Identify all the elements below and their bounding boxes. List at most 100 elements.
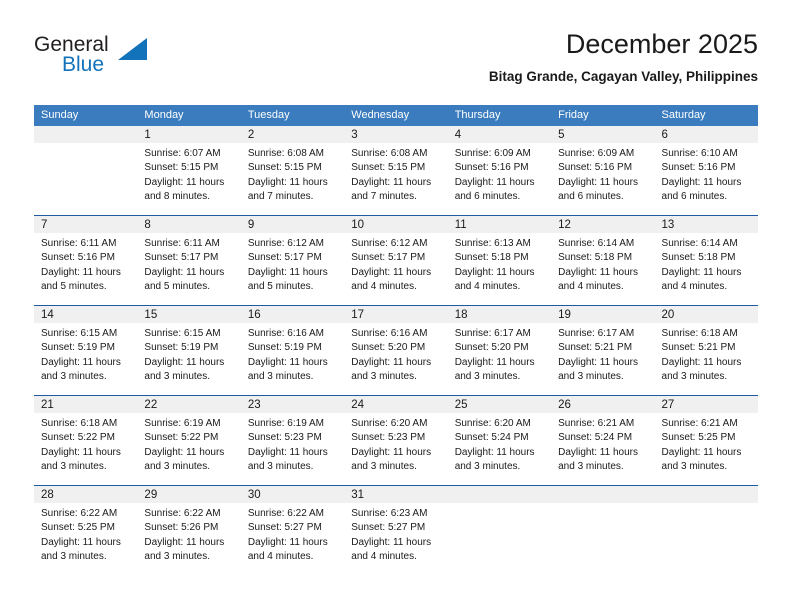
day-details: Sunrise: 6:15 AM Sunset: 5:19 PM Daylight:… — [34, 323, 137, 384]
day-details: Sunrise: 6:19 AM Sunset: 5:22 PM Daylight:… — [137, 413, 240, 474]
sunset-text: Sunset: 5:16 PM — [558, 162, 633, 174]
sunrise-text: Sunrise: 6:17 AM — [558, 328, 635, 339]
calendar-day-cell[interactable]: 28 Sunrise: 6:22 AM Sunset: 5:25 PM Dayligh… — [34, 485, 138, 575]
daylight-text-line2: and 4 minutes. — [454, 280, 521, 292]
day-number: 8 — [137, 216, 241, 233]
calendar-day-cell[interactable]: 15 Sunrise: 6:15 AM Sunset: 5:19 PM Dayligh… — [137, 305, 241, 396]
calendar-week-row: 21 Sunrise: 6:18 AM Sunset: 5:22 PM Dayligh… — [34, 395, 758, 486]
weekday-header-row: Sunday Monday Tuesday Wednesday Thursday… — [34, 105, 758, 126]
calendar-day-cell[interactable]: 21 Sunrise: 6:18 AM Sunset: 5:22 PM Dayligh… — [34, 395, 138, 486]
calendar-day-cell[interactable]: 5 Sunrise: 6:09 AM Sunset: 5:16 PM Daylight… — [551, 126, 655, 216]
daylight-text-line1: Daylight: 11 hours — [144, 536, 225, 548]
daylight-text-line1: Daylight: 11 hours — [41, 266, 121, 278]
sunrise-text: Sunrise: 6:14 AM — [558, 238, 635, 249]
calendar-day-cell[interactable]: 24 Sunrise: 6:20 AM Sunset: 5:23 PM Dayligh… — [344, 395, 448, 486]
calendar-day-cell[interactable]: 17 Sunrise: 6:16 AM Sunset: 5:20 PM Dayligh… — [344, 305, 448, 396]
title-block: December 2025 Bitag Grande, Cagayan Vall… — [489, 28, 758, 85]
sunrise-text: Sunrise: 6:21 AM — [558, 418, 635, 429]
day-number: 17 — [344, 306, 448, 323]
daylight-text-line2: and 3 minutes. — [351, 370, 417, 382]
calendar-day-cell[interactable]: 31 Sunrise: 6:23 AM Sunset: 5:27 PM Dayligh… — [344, 485, 448, 575]
sunset-text: Sunset: 5:21 PM — [661, 342, 736, 354]
calendar-day-cell[interactable]: 9 Sunrise: 6:12 AM Sunset: 5:17 PM Daylight… — [240, 215, 345, 306]
day-number — [551, 486, 655, 503]
calendar-day-cell[interactable]: 10 Sunrise: 6:12 AM Sunset: 5:17 PM Dayligh… — [344, 215, 448, 306]
daylight-text-line1: Daylight: 11 hours — [41, 536, 121, 548]
daylight-text-line2: and 3 minutes. — [247, 460, 314, 472]
calendar-day-cell[interactable]: 27 Sunrise: 6:21 AM Sunset: 5:25 PM Dayligh… — [654, 395, 758, 486]
day-details: Sunrise: 6:17 AM Sunset: 5:20 PM Daylight:… — [448, 323, 551, 384]
sunrise-sunset-calendar: Sunday Monday Tuesday Wednesday Thursday… — [34, 105, 758, 575]
daylight-text-line1: Daylight: 11 hours — [454, 356, 535, 368]
calendar-day-cell[interactable]: 18 Sunrise: 6:17 AM Sunset: 5:20 PM Dayligh… — [447, 305, 552, 396]
calendar-day-cell[interactable]: 29 Sunrise: 6:22 AM Sunset: 5:26 PM Dayligh… — [137, 485, 241, 575]
day-details: Sunrise: 6:20 AM Sunset: 5:24 PM Daylight:… — [448, 413, 551, 474]
calendar-day-cell[interactable]: 8 Sunrise: 6:11 AM Sunset: 5:17 PM Daylight… — [137, 215, 241, 306]
calendar-day-cell[interactable]: 30 Sunrise: 6:22 AM Sunset: 5:27 PM Dayligh… — [240, 485, 345, 575]
daylight-text-line1: Daylight: 11 hours — [144, 446, 225, 458]
sunrise-text: Sunrise: 6:21 AM — [661, 418, 738, 429]
calendar-week-row: 14 Sunrise: 6:15 AM Sunset: 5:19 PM Dayligh… — [34, 305, 758, 396]
daylight-text-line1: Daylight: 11 hours — [144, 266, 225, 278]
calendar-day-cell[interactable]: 20 Sunrise: 6:18 AM Sunset: 5:21 PM Dayligh… — [654, 305, 758, 396]
calendar-day-cell[interactable]: 6 Sunrise: 6:10 AM Sunset: 5:16 PM Daylight… — [654, 126, 758, 216]
calendar-day-cell[interactable]: 19 Sunrise: 6:17 AM Sunset: 5:21 PM Dayligh… — [551, 305, 655, 396]
calendar-day-cell[interactable]: 12 Sunrise: 6:14 AM Sunset: 5:18 PM Dayligh… — [551, 215, 655, 306]
calendar-day-cell[interactable]: 7 Sunrise: 6:11 AM Sunset: 5:16 PM Daylight… — [34, 215, 138, 306]
calendar-day-cell[interactable]: 16 Sunrise: 6:16 AM Sunset: 5:19 PM Dayligh… — [240, 305, 345, 396]
daylight-text-line2: and 8 minutes. — [144, 190, 211, 202]
daylight-text-line2: and 3 minutes. — [41, 550, 107, 562]
sunrise-text: Sunrise: 6:08 AM — [247, 148, 324, 159]
calendar-day-cell[interactable]: 13 Sunrise: 6:14 AM Sunset: 5:18 PM Dayligh… — [654, 215, 758, 306]
day-number: 5 — [551, 126, 655, 143]
calendar-day-cell[interactable]: 1 Sunrise: 6:07 AM Sunset: 5:15 PM Daylight… — [137, 126, 241, 216]
calendar-day-cell[interactable]: 4 Sunrise: 6:09 AM Sunset: 5:16 PM Daylight… — [447, 126, 552, 216]
sunrise-text: Sunrise: 6:20 AM — [454, 418, 531, 429]
calendar-day-cell[interactable]: 3 Sunrise: 6:08 AM Sunset: 5:15 PM Daylight… — [344, 126, 448, 216]
calendar-day-cell[interactable]: 25 Sunrise: 6:20 AM Sunset: 5:24 PM Dayligh… — [447, 395, 552, 486]
day-details: Sunrise: 6:10 AM Sunset: 5:16 PM Daylight:… — [655, 143, 758, 204]
daylight-text-line2: and 6 minutes. — [558, 190, 624, 202]
weekday-header-tuesday: Tuesday — [240, 105, 345, 126]
sunset-text: Sunset: 5:22 PM — [144, 432, 219, 444]
calendar-day-cell[interactable]: 11 Sunrise: 6:13 AM Sunset: 5:18 PM Dayligh… — [447, 215, 552, 306]
day-number: 23 — [240, 396, 345, 413]
day-details: Sunrise: 6:22 AM Sunset: 5:27 PM Daylight:… — [241, 503, 344, 564]
day-details: Sunrise: 6:23 AM Sunset: 5:27 PM Daylight:… — [344, 503, 447, 564]
calendar-day-cell[interactable]: 14 Sunrise: 6:15 AM Sunset: 5:19 PM Dayligh… — [34, 305, 138, 396]
sunset-text: Sunset: 5:21 PM — [558, 342, 633, 354]
day-number: 30 — [240, 486, 345, 503]
sunset-text: Sunset: 5:25 PM — [41, 522, 115, 534]
page-subtitle: Bitag Grande, Cagayan Valley, Philippine… — [488, 69, 758, 84]
day-number: 18 — [447, 306, 552, 323]
day-number: 6 — [654, 126, 758, 143]
sunrise-text: Sunrise: 6:17 AM — [454, 328, 531, 339]
sunset-text: Sunset: 5:26 PM — [144, 522, 219, 534]
daylight-text-line1: Daylight: 11 hours — [247, 536, 328, 548]
daylight-text-line2: and 3 minutes. — [454, 370, 521, 382]
calendar-day-cell[interactable]: 2 Sunrise: 6:08 AM Sunset: 5:15 PM Daylight… — [240, 126, 345, 216]
daylight-text-line2: and 3 minutes. — [661, 370, 728, 382]
sunset-text: Sunset: 5:17 PM — [351, 252, 426, 264]
daylight-text-line2: and 3 minutes. — [144, 460, 211, 472]
calendar-day-cell[interactable]: 26 Sunrise: 6:21 AM Sunset: 5:24 PM Dayligh… — [551, 395, 655, 486]
day-number: 16 — [240, 306, 345, 323]
calendar-day-cell[interactable]: 22 Sunrise: 6:19 AM Sunset: 5:22 PM Dayligh… — [137, 395, 241, 486]
sunrise-text: Sunrise: 6:18 AM — [41, 418, 118, 429]
sunset-text: Sunset: 5:18 PM — [661, 252, 736, 264]
sunrise-text: Sunrise: 6:19 AM — [144, 418, 221, 429]
sunrise-text: Sunrise: 6:10 AM — [661, 148, 738, 159]
day-number: 26 — [551, 396, 655, 413]
calendar-day-cell[interactable]: 23 Sunrise: 6:19 AM Sunset: 5:23 PM Dayligh… — [240, 395, 345, 486]
sunrise-text: Sunrise: 6:14 AM — [661, 238, 738, 249]
sunset-text: Sunset: 5:19 PM — [247, 342, 322, 354]
sunrise-text: Sunrise: 6:11 AM — [41, 238, 117, 249]
sunset-text: Sunset: 5:18 PM — [558, 252, 633, 264]
sunrise-text: Sunrise: 6:22 AM — [247, 508, 324, 519]
daylight-text-line2: and 3 minutes. — [247, 370, 314, 382]
day-number: 24 — [344, 396, 448, 413]
day-details: Sunrise: 6:19 AM Sunset: 5:23 PM Daylight:… — [241, 413, 344, 474]
daylight-text-line1: Daylight: 11 hours — [351, 536, 432, 548]
daylight-text-line1: Daylight: 11 hours — [247, 356, 328, 368]
daylight-text-line1: Daylight: 11 hours — [454, 266, 535, 278]
